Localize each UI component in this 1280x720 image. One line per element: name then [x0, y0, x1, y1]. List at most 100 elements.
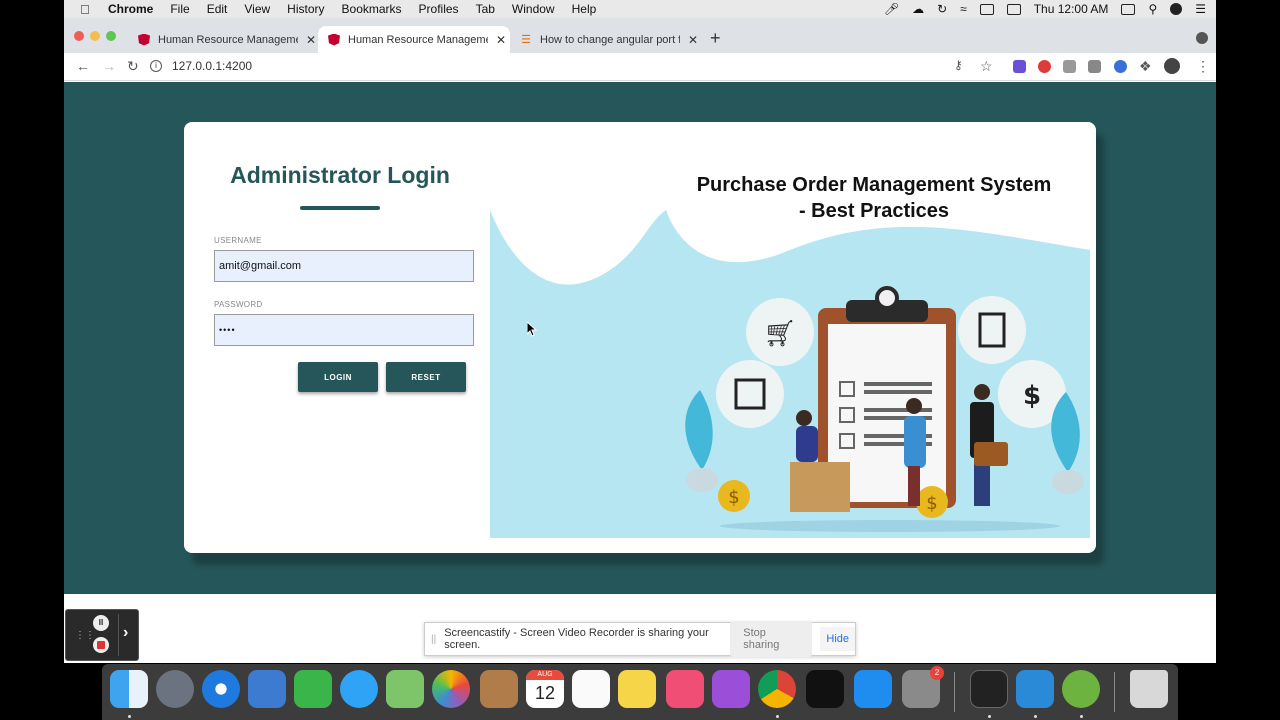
illustration-title-line1: Purchase Order Management System [696, 174, 1052, 196]
tab-stackoverflow[interactable]: ☰ How to change angular port fro ✕ [510, 26, 698, 53]
app-store-icon[interactable] [854, 670, 892, 708]
bookmark-star-icon[interactable]: ☆ [980, 58, 993, 75]
login-title: Administrator Login [230, 162, 450, 188]
hide-sharing-button[interactable]: Hide [820, 627, 855, 651]
username-input[interactable]: amit@gmail.com [214, 250, 474, 282]
podcasts-icon[interactable] [712, 670, 750, 708]
microphone-icon[interactable]: 🎤︎ [884, 2, 899, 16]
profile-avatar[interactable] [1164, 58, 1180, 74]
vscode-icon[interactable] [1016, 670, 1054, 708]
menu-history[interactable]: History [287, 2, 324, 16]
site-info-icon[interactable]: i [150, 60, 162, 72]
photos-icon[interactable] [432, 670, 470, 708]
account-extension-icon[interactable] [1114, 60, 1127, 73]
mail-stamp-icon[interactable] [248, 670, 286, 708]
calendar-month: AUG [526, 670, 564, 680]
stop-recording-button[interactable] [93, 637, 109, 653]
menu-help[interactable]: Help [572, 2, 597, 16]
login-button[interactable]: LOGIN [298, 362, 378, 392]
tab-strip: Human Resource Management ✕ Human Resour… [64, 18, 1216, 53]
status-area: 🎤︎ ☁ ↻ ≈ Thu 12:00 AM ⚲ ☰ [884, 0, 1206, 18]
chrome-menu-icon[interactable]: ⋮ [1196, 58, 1210, 75]
back-icon[interactable]: ← [76, 58, 90, 74]
airplay-icon[interactable] [979, 3, 994, 15]
address-bar[interactable]: i 127.0.0.1:4200 [150, 55, 950, 77]
control-center-icon[interactable] [1121, 3, 1136, 15]
close-window-button[interactable] [74, 31, 84, 41]
menu-view[interactable]: View [244, 2, 270, 16]
clock[interactable]: Thu 12:00 AM [1034, 2, 1109, 16]
extension-icon[interactable] [1013, 60, 1026, 73]
facetime-icon[interactable] [294, 670, 332, 708]
close-tab-icon[interactable]: ✕ [496, 33, 506, 47]
time-machine-icon[interactable]: ↻ [937, 2, 947, 16]
tab-search-icon[interactable] [1196, 32, 1208, 44]
tab-hrm-1[interactable]: Human Resource Management ✕ [128, 26, 316, 53]
chrome-icon[interactable] [758, 670, 796, 708]
running-indicator [988, 715, 991, 718]
camera-icon[interactable] [1088, 60, 1101, 73]
menu-profiles[interactable]: Profiles [419, 2, 459, 16]
reload-icon[interactable]: ↻ [127, 58, 139, 75]
password-input[interactable]: •••• [214, 314, 474, 346]
person-woman-head [906, 398, 922, 414]
screencastify-icon[interactable] [1038, 60, 1051, 73]
tab-hrm-2-active[interactable]: Human Resource Management ✕ [318, 26, 510, 53]
messages-icon[interactable] [340, 670, 378, 708]
spring-tool-icon[interactable] [1062, 670, 1100, 708]
reset-button[interactable]: RESET [386, 362, 466, 392]
url-text[interactable]: 127.0.0.1:4200 [172, 59, 252, 73]
sharebar-grip-icon[interactable]: || [431, 634, 436, 645]
puzzle-extensions-icon[interactable]: ❖ [1139, 58, 1152, 75]
expand-chevron-icon[interactable]: › [123, 624, 128, 642]
apple-tv-icon[interactable] [806, 670, 844, 708]
spotlight-icon[interactable]: ⚲ [1148, 2, 1157, 16]
battery-icon[interactable] [1006, 3, 1021, 15]
notification-icon[interactable]: ☰ [1195, 2, 1206, 16]
trash-icon[interactable] [1130, 670, 1168, 708]
apple-icon[interactable]:  [80, 2, 102, 17]
system-preferences-icon[interactable]: 2 [902, 666, 944, 708]
contacts-icon[interactable] [480, 670, 518, 708]
launchpad-icon[interactable] [156, 670, 194, 708]
wifi-icon[interactable]: ≈ [960, 2, 967, 16]
minimize-window-button[interactable] [90, 31, 100, 41]
menu-app-name[interactable]: Chrome [108, 2, 153, 16]
coin-dollar-left: $ [728, 487, 739, 508]
calendar-icon[interactable]: AUG 12 [526, 670, 564, 708]
safari-icon[interactable] [202, 670, 240, 708]
calendar-day: 12 [534, 683, 556, 703]
key-icon[interactable]: ⚷ [954, 58, 963, 72]
new-tab-button[interactable]: + [710, 28, 721, 49]
menu-window[interactable]: Window [512, 2, 555, 16]
maps-icon[interactable] [386, 670, 424, 708]
tab-title: Human Resource Management [158, 33, 298, 46]
reminders-icon[interactable] [572, 670, 610, 708]
page-background: Administrator Login USERNAME amit@gmail.… [64, 82, 1216, 594]
notification-badge: 2 [930, 666, 944, 680]
music-icon[interactable] [666, 670, 704, 708]
menu-file[interactable]: File [170, 2, 189, 16]
finder-icon[interactable] [110, 670, 148, 708]
running-indicator [1080, 715, 1083, 718]
stackoverflow-icon: ☰ [521, 33, 531, 46]
menu-edit[interactable]: Edit [207, 2, 228, 16]
zoom-window-button[interactable] [106, 31, 116, 41]
close-tab-icon[interactable]: ✕ [306, 33, 316, 47]
person-sitting-head [796, 410, 812, 426]
tab-title: Human Resource Management [348, 33, 488, 46]
stop-sharing-button[interactable]: Stop sharing [730, 621, 813, 657]
terminal-icon[interactable] [970, 670, 1008, 708]
person-sitting-body [796, 426, 818, 462]
menu-bookmarks[interactable]: Bookmarks [342, 2, 402, 16]
menu-tab[interactable]: Tab [476, 2, 495, 16]
siri-icon[interactable] [1170, 3, 1183, 15]
drag-handle-icon[interactable]: ⋮⋮ [75, 630, 95, 641]
pause-recording-button[interactable]: II [93, 615, 109, 631]
forward-icon[interactable]: → [102, 58, 116, 74]
notes-icon[interactable] [618, 670, 656, 708]
close-tab-icon[interactable]: ✕ [688, 33, 698, 47]
json-extension-icon[interactable] [1063, 60, 1076, 73]
cloud-icon[interactable]: ☁ [912, 2, 924, 16]
plant-pot-right [1052, 470, 1084, 494]
